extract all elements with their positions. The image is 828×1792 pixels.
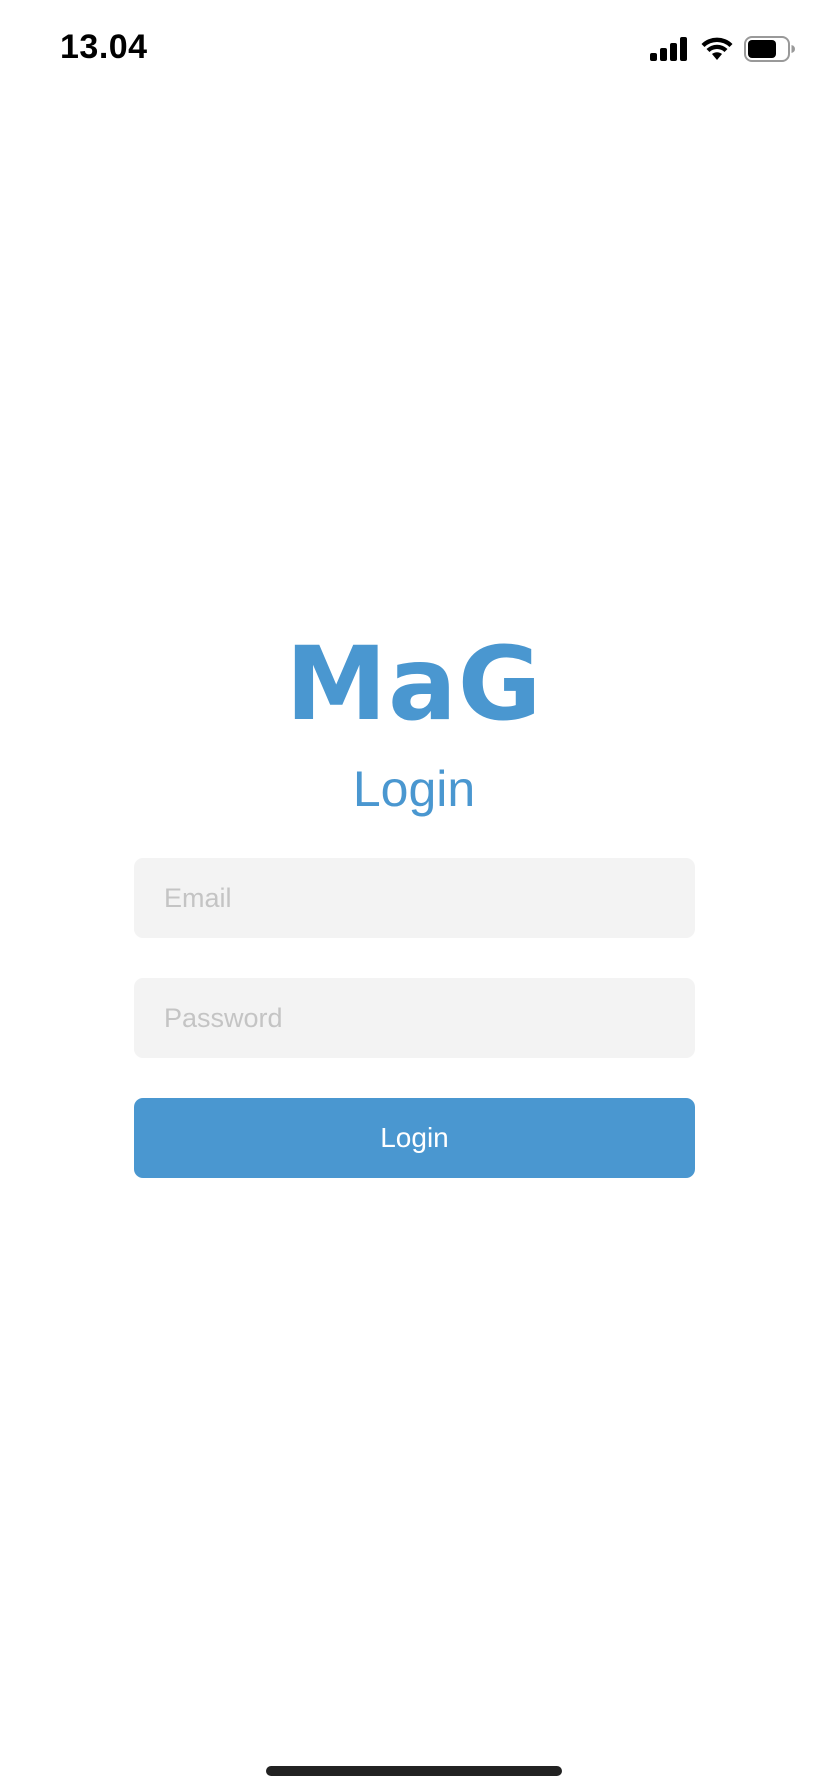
email-field[interactable] xyxy=(134,858,695,938)
page-title: Login xyxy=(352,761,476,817)
status-bar: 13.04 xyxy=(0,0,828,100)
status-icons xyxy=(650,34,796,64)
cellular-signal-icon xyxy=(650,37,690,61)
home-indicator[interactable] xyxy=(266,1766,562,1776)
login-button[interactable]: Login xyxy=(134,1098,695,1178)
wifi-icon xyxy=(700,36,734,62)
password-field[interactable] xyxy=(134,978,695,1058)
app-logo: MaG xyxy=(285,625,543,744)
battery-icon xyxy=(744,36,796,62)
status-time: 13.04 xyxy=(60,28,148,66)
